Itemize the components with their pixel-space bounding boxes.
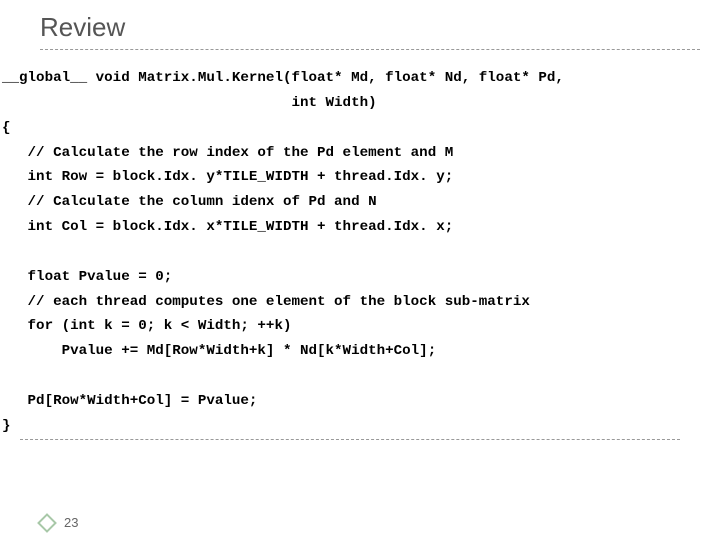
- code-line: }: [2, 418, 11, 434]
- title-area: Review: [0, 0, 720, 58]
- code-line: int Width): [2, 95, 377, 111]
- code-line: int Col = block.Idx. x*TILE_WIDTH + thre…: [2, 219, 453, 235]
- code-line: // Calculate the row index of the Pd ele…: [2, 145, 453, 161]
- code-block: __global__ void Matrix.Mul.Kernel(float*…: [0, 58, 720, 439]
- code-line: // each thread computes one element of t…: [2, 294, 530, 310]
- code-line: Pd[Row*Width+Col] = Pvalue;: [2, 393, 257, 409]
- footer-divider: [20, 439, 680, 440]
- code-line: __global__ void Matrix.Mul.Kernel(float*…: [2, 70, 564, 86]
- code-line: for (int k = 0; k < Width; ++k): [2, 318, 291, 334]
- code-line: Pvalue += Md[Row*Width+k] * Nd[k*Width+C…: [2, 343, 436, 359]
- code-line: int Row = block.Idx. y*TILE_WIDTH + thre…: [2, 169, 453, 185]
- slide-title: Review: [40, 12, 680, 43]
- code-line: float Pvalue = 0;: [2, 269, 172, 285]
- bullet-icon: [37, 513, 57, 533]
- footer: 23: [40, 515, 78, 530]
- title-underline: [40, 49, 700, 50]
- code-line: {: [2, 120, 11, 136]
- code-line: // Calculate the column idenx of Pd and …: [2, 194, 377, 210]
- page-number: 23: [64, 515, 78, 530]
